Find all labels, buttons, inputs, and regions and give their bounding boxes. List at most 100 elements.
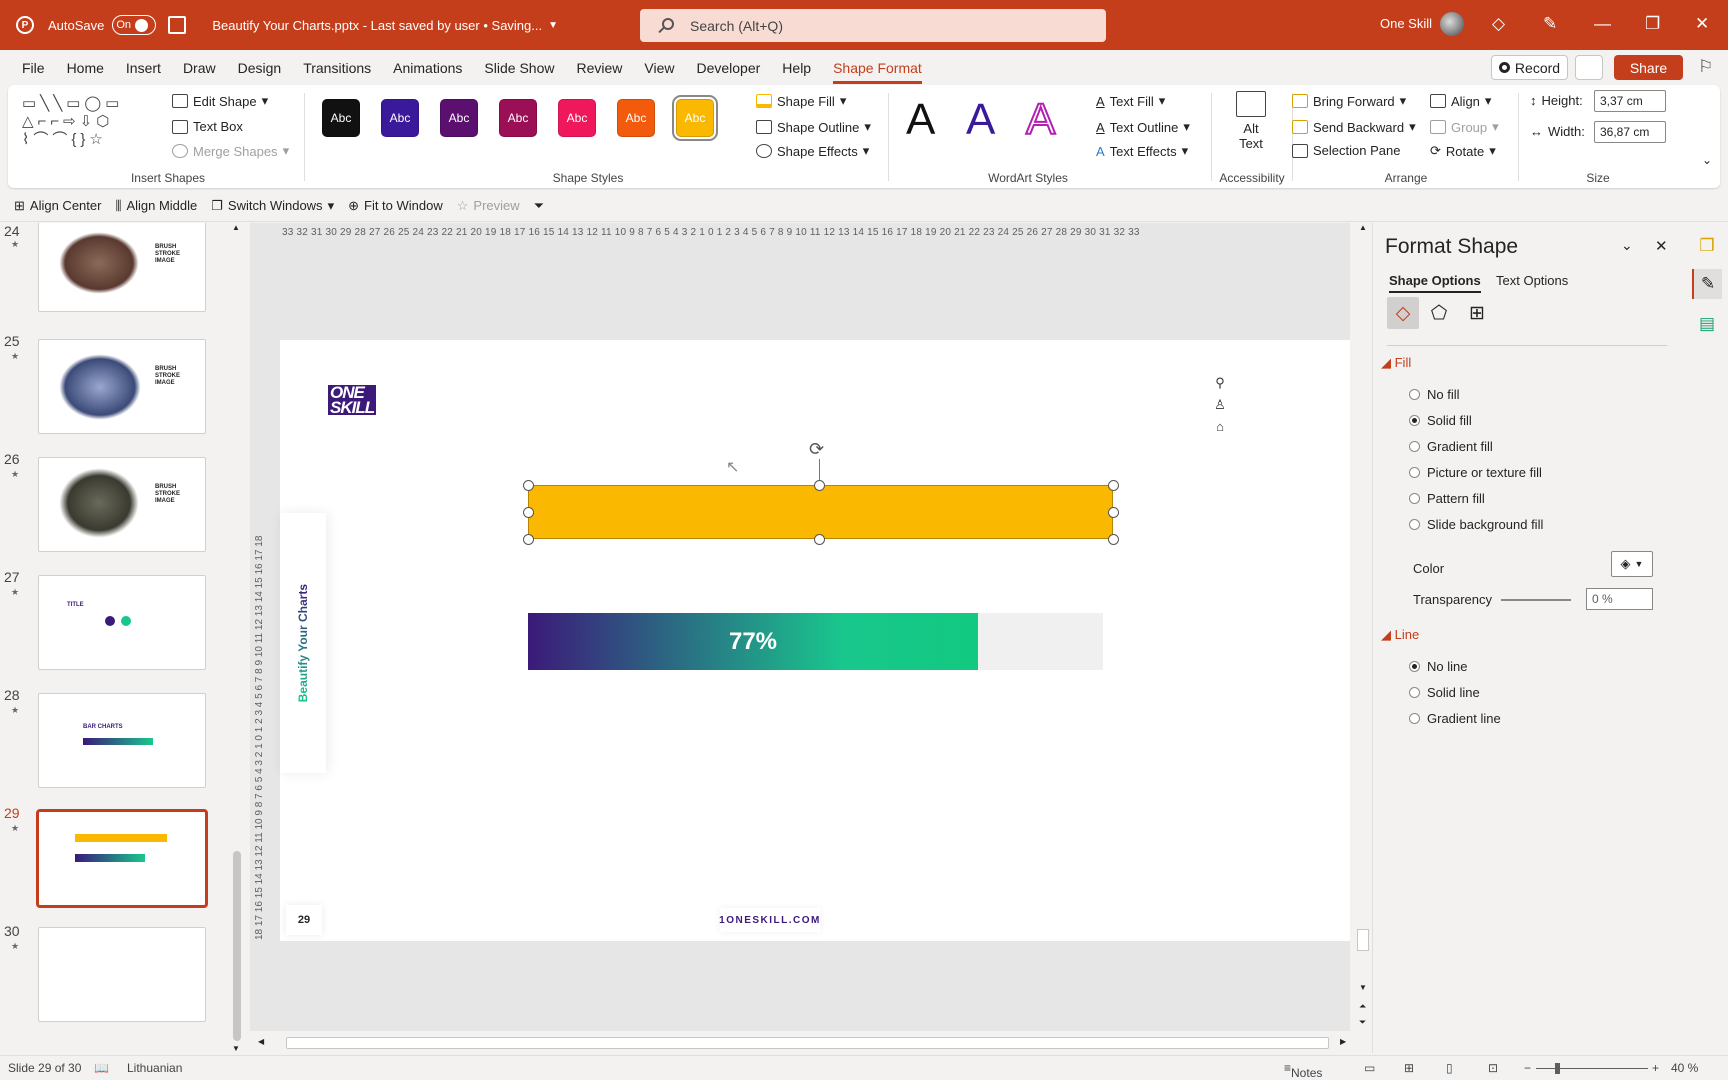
tab-text-options[interactable]: Text Options bbox=[1496, 273, 1568, 288]
text-box-button[interactable]: Text Box bbox=[172, 119, 243, 134]
resize-handle-ne[interactable] bbox=[1108, 480, 1119, 491]
fill-line-icon[interactable]: ◇ bbox=[1387, 297, 1419, 329]
autosave-toggle[interactable]: On bbox=[112, 15, 157, 35]
selection-pane-button[interactable]: Selection Pane bbox=[1292, 143, 1400, 158]
tab-help[interactable]: Help bbox=[782, 60, 811, 76]
pen-icon[interactable]: ✎ bbox=[1543, 14, 1557, 34]
group-button[interactable]: Group ▾ bbox=[1430, 119, 1499, 135]
canvas-vertical-scrollbar[interactable]: ▲ ▼ ⏶ ⏷ bbox=[1356, 223, 1370, 1033]
fit-window-button[interactable]: ⊕ Fit to Window bbox=[348, 198, 443, 214]
radio-gradient-line[interactable]: Gradient line bbox=[1409, 711, 1501, 726]
language-indicator[interactable]: Lithuanian bbox=[127, 1061, 182, 1075]
shape-style-swatch[interactable]: Abc bbox=[558, 99, 596, 137]
text-effects-button[interactable]: A Text Effects ▾ bbox=[1096, 143, 1188, 159]
chevron-down-icon[interactable]: ⌄ bbox=[1621, 237, 1633, 254]
wordart-style-purple[interactable]: A bbox=[966, 95, 995, 145]
shapes-gallery[interactable]: ▭╲╲▭◯▭ △⌐⌐⇨⇩⬡ ⌇⌒⌒{}☆ bbox=[22, 95, 160, 151]
shape-style-swatch[interactable]: Abc bbox=[499, 99, 537, 137]
bring-forward-button[interactable]: Bring Forward ▾ bbox=[1292, 93, 1406, 109]
fill-color-picker[interactable]: ◈ ▼ bbox=[1611, 551, 1653, 577]
preview-button[interactable]: ☆ Preview bbox=[457, 198, 520, 214]
notes-button[interactable]: ≡ Notes bbox=[1284, 1061, 1322, 1080]
radio-no-line[interactable]: No line bbox=[1409, 659, 1467, 674]
tab-developer[interactable]: Developer bbox=[696, 60, 760, 76]
tab-design[interactable]: Design bbox=[238, 60, 282, 76]
tab-review[interactable]: Review bbox=[576, 60, 622, 76]
scroll-thumb[interactable] bbox=[233, 851, 241, 1041]
scroll-thumb[interactable] bbox=[1357, 929, 1369, 951]
resize-handle-se[interactable] bbox=[1108, 534, 1119, 545]
alt-text-button[interactable]: Alt Text bbox=[1226, 91, 1276, 151]
shape-outline-button[interactable]: Shape Outline ▾ bbox=[756, 119, 871, 135]
customize-qat-icon[interactable]: ⏷ bbox=[534, 198, 544, 214]
next-slide-icon[interactable]: ⏷ bbox=[1359, 1017, 1366, 1028]
format-shape-icon[interactable]: ✎ bbox=[1692, 269, 1722, 299]
search-icon[interactable]: ⚲ bbox=[1215, 375, 1225, 391]
wordart-style-outline[interactable]: A bbox=[1025, 94, 1056, 145]
minimize-icon[interactable]: — bbox=[1594, 14, 1611, 34]
close-icon[interactable]: ✕ bbox=[1695, 14, 1709, 34]
record-button[interactable]: Record bbox=[1491, 55, 1568, 80]
collapse-ribbon-icon[interactable]: ⌄ bbox=[1702, 153, 1712, 167]
switch-windows-button[interactable]: ❐ Switch Windows ▾ bbox=[211, 198, 334, 214]
resize-handle-s[interactable] bbox=[814, 534, 825, 545]
tab-view[interactable]: View bbox=[644, 60, 674, 76]
spelling-icon[interactable]: 📖 bbox=[94, 1061, 109, 1075]
selected-rectangle-shape[interactable] bbox=[528, 485, 1113, 539]
resize-handle-nw[interactable] bbox=[523, 480, 534, 491]
save-icon[interactable] bbox=[168, 16, 187, 34]
radio-gradient-fill[interactable]: Gradient fill bbox=[1409, 439, 1493, 454]
resize-handle-e[interactable] bbox=[1108, 507, 1119, 518]
normal-view-icon[interactable]: ▭ bbox=[1364, 1061, 1375, 1075]
radio-no-fill[interactable]: No fill bbox=[1409, 387, 1460, 402]
shape-style-swatch[interactable]: Abc bbox=[617, 99, 655, 137]
avatar[interactable] bbox=[1440, 12, 1464, 36]
edit-shape-button[interactable]: Edit Shape ▾ bbox=[172, 93, 268, 109]
resize-handle-sw[interactable] bbox=[523, 534, 534, 545]
restore-icon[interactable]: ❐ bbox=[1645, 14, 1660, 34]
slide-thumbnail-26[interactable]: BRUSH STROKE IMAGE bbox=[38, 457, 206, 552]
resize-handle-w[interactable] bbox=[523, 507, 534, 518]
slide-thumbnail-30[interactable] bbox=[38, 927, 206, 1022]
designer-icon[interactable]: ❒ bbox=[1692, 231, 1722, 261]
radio-solid-fill[interactable]: Solid fill bbox=[1409, 413, 1472, 428]
send-backward-button[interactable]: Send Backward ▾ bbox=[1292, 119, 1416, 135]
zoom-out-icon[interactable]: − bbox=[1524, 1061, 1531, 1075]
slide-thumbnail-27[interactable]: TITLE bbox=[38, 575, 206, 670]
align-center-button[interactable]: ⊞ Align Center bbox=[14, 198, 101, 214]
radio-pattern-fill[interactable]: Pattern fill bbox=[1409, 491, 1485, 506]
radio-slide-background-fill[interactable]: Slide background fill bbox=[1409, 517, 1543, 532]
tab-insert[interactable]: Insert bbox=[126, 60, 161, 76]
search-box[interactable]: Search (Alt+Q) bbox=[640, 9, 1106, 42]
chevron-down-icon[interactable]: ▼ bbox=[548, 20, 558, 31]
radio-solid-line[interactable]: Solid line bbox=[1409, 685, 1480, 700]
scroll-up-icon[interactable]: ▲ bbox=[1359, 223, 1367, 232]
fill-section-header[interactable]: ◢ Fill bbox=[1381, 355, 1411, 371]
transparency-slider[interactable] bbox=[1501, 599, 1571, 601]
tab-shape-format[interactable]: Shape Format bbox=[833, 60, 922, 84]
text-fill-button[interactable]: A Text Fill ▾ bbox=[1096, 93, 1165, 109]
previous-slide-icon[interactable]: ⏶ bbox=[1359, 1001, 1366, 1012]
comments-button[interactable] bbox=[1575, 55, 1603, 80]
height-input[interactable]: 3,37 cm bbox=[1594, 90, 1666, 112]
share-button[interactable]: Share bbox=[1614, 55, 1683, 80]
slide[interactable]: ONE SKILL Beautify Your Charts ⚲ ♙ ⌂ ⟳ ↖ … bbox=[280, 340, 1350, 941]
text-outline-button[interactable]: A Text Outline ▾ bbox=[1096, 119, 1190, 135]
radio-picture-fill[interactable]: Picture or texture fill bbox=[1409, 465, 1542, 480]
shape-style-swatch[interactable]: Abc bbox=[322, 99, 360, 137]
shape-style-swatch[interactable]: Abc bbox=[440, 99, 478, 137]
home-icon[interactable]: ⌂ bbox=[1216, 419, 1224, 434]
zoom-slider[interactable] bbox=[1536, 1068, 1648, 1069]
zoom-slider-thumb[interactable] bbox=[1555, 1063, 1560, 1074]
size-properties-icon[interactable]: ⊞ bbox=[1461, 297, 1493, 329]
align-middle-button[interactable]: ⫼ Align Middle bbox=[115, 198, 197, 214]
user-name[interactable]: One Skill bbox=[1380, 16, 1432, 31]
slide-thumbnail-24[interactable]: BRUSH STROKE IMAGE bbox=[38, 223, 206, 312]
shape-fill-button[interactable]: Shape Fill ▾ bbox=[756, 93, 846, 109]
zoom-in-icon[interactable]: + bbox=[1652, 1061, 1659, 1075]
rotate-button[interactable]: ⟳ Rotate ▾ bbox=[1430, 143, 1496, 159]
ruler-icon[interactable]: ▤ bbox=[1692, 309, 1722, 339]
tab-transitions[interactable]: Transitions bbox=[303, 60, 371, 76]
tab-animations[interactable]: Animations bbox=[393, 60, 462, 76]
tab-shape-options[interactable]: Shape Options bbox=[1389, 273, 1481, 293]
